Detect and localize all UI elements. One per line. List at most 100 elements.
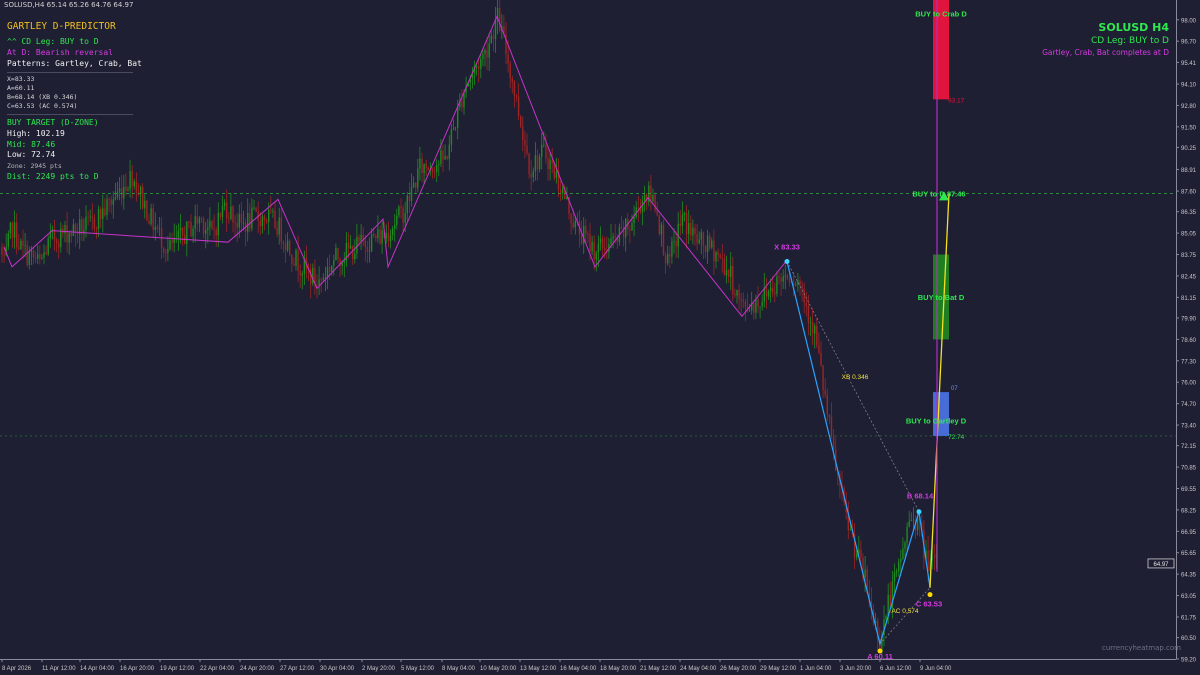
candle-up [389, 235, 392, 242]
candle-up [68, 233, 70, 243]
top-right-summary: SOLUSD H4 CD Leg: BUY to D Gartley, Crab… [1042, 21, 1169, 58]
candle-down [282, 242, 285, 244]
candle-down [337, 247, 339, 260]
candle-down [492, 35, 495, 40]
candle-down [818, 345, 820, 353]
x-tick-label: 5 May 12:00 [401, 666, 435, 672]
candle-up [412, 182, 415, 188]
candle-up [583, 225, 585, 244]
chart-area[interactable]: 98.00 96.70 95.41 94.10 92.80 91.50 90.25 88.91… [0, 0, 1200, 675]
y-tick-label: 60.50 [1181, 636, 1197, 642]
candle-down [219, 213, 222, 217]
symbol-bar: SOLUSD,H4 65.14 65.26 64.76 64.97 [4, 1, 134, 9]
candle-up [767, 291, 770, 297]
candle-down [604, 248, 606, 250]
candle-up [24, 245, 26, 247]
candle-up [194, 216, 196, 229]
candle-down [135, 181, 138, 193]
candle-down [742, 300, 744, 302]
candle-down [520, 116, 522, 127]
candle-up [795, 284, 797, 286]
candle-down [753, 303, 755, 313]
candle-down [190, 221, 192, 237]
candle-down [658, 215, 660, 235]
y-tick-label: 86.35 [1181, 210, 1197, 216]
candle-up [278, 217, 280, 235]
candle-down [507, 54, 509, 64]
candle-down [146, 200, 148, 221]
y-tick-label: 95.41 [1181, 61, 1197, 67]
candle-up [391, 228, 394, 236]
y-tick-label: 76.00 [1181, 381, 1197, 387]
candle-down [148, 220, 150, 224]
panel-divider-2 [7, 114, 133, 115]
y-tick-label: 77.30 [1181, 359, 1197, 365]
candle-down [81, 219, 83, 234]
candle-down [551, 160, 553, 163]
candle-down [232, 206, 234, 223]
candle-down [433, 171, 436, 173]
y-tick-label: 83.75 [1181, 253, 1197, 259]
candle-up [301, 273, 303, 276]
candle-down [284, 243, 287, 251]
candle-down [801, 285, 803, 289]
x-tick-label: 1 Jun 04:00 [800, 666, 832, 672]
y-tick-label: 92.80 [1181, 104, 1197, 110]
candle-up [370, 234, 373, 252]
candle-up [454, 127, 457, 129]
candle-up [118, 188, 121, 192]
candle-down [18, 247, 20, 250]
candle-up [549, 160, 551, 170]
candle-up [41, 257, 43, 259]
zone-size: Zone: 2945 pts [7, 161, 62, 170]
candle-down [803, 288, 805, 303]
candle-down [702, 232, 705, 246]
d-zone-box [933, 392, 949, 436]
candle-up [286, 240, 289, 251]
d-zone-label: BUY to Crab D [915, 9, 967, 18]
candle-up [761, 301, 763, 307]
a-point-label: A 60.11 [867, 652, 893, 661]
candle-up [908, 521, 910, 527]
candle-down [786, 275, 789, 279]
candle-down [778, 276, 780, 278]
candle-down [110, 199, 112, 205]
candle-up [562, 187, 564, 194]
candle-down [933, 557, 936, 558]
x-tick-label: 13 May 12:00 [520, 666, 557, 672]
candle-up [538, 156, 541, 170]
candle-down [91, 216, 93, 218]
candle-down [274, 210, 276, 228]
candle-up [268, 210, 270, 223]
x-tick-label: 8 May 04:00 [442, 666, 476, 672]
candle-down [570, 213, 572, 223]
candle-up [238, 213, 240, 228]
candle-up [106, 199, 108, 216]
candle-up [349, 245, 352, 249]
candle-down [156, 226, 159, 229]
b-point-marker [916, 509, 922, 515]
candle-up [902, 548, 904, 559]
candle-up [864, 569, 866, 578]
candle-up [394, 224, 396, 229]
candle-down [694, 227, 696, 234]
candle-up [242, 222, 245, 224]
candle-up [417, 168, 419, 188]
candle-down [807, 305, 810, 323]
candle-up [192, 228, 194, 237]
candle-down [11, 222, 14, 238]
candle-down [685, 213, 688, 234]
candle-down [517, 96, 520, 117]
candle-up [261, 216, 264, 227]
d-zone-label: BUY to Bat D [918, 293, 965, 302]
y-tick-label: 94.10 [1181, 83, 1197, 89]
candle-up [221, 206, 224, 217]
candle-up [20, 240, 22, 250]
symbol-timeframe: SOLUSD H4 [1098, 21, 1169, 34]
candle-down [16, 222, 18, 248]
x-value: X=83.33 [7, 75, 35, 83]
x-point-marker [784, 258, 790, 264]
candle-down [713, 240, 715, 262]
candle-up [230, 206, 232, 219]
candle-up [759, 306, 761, 308]
